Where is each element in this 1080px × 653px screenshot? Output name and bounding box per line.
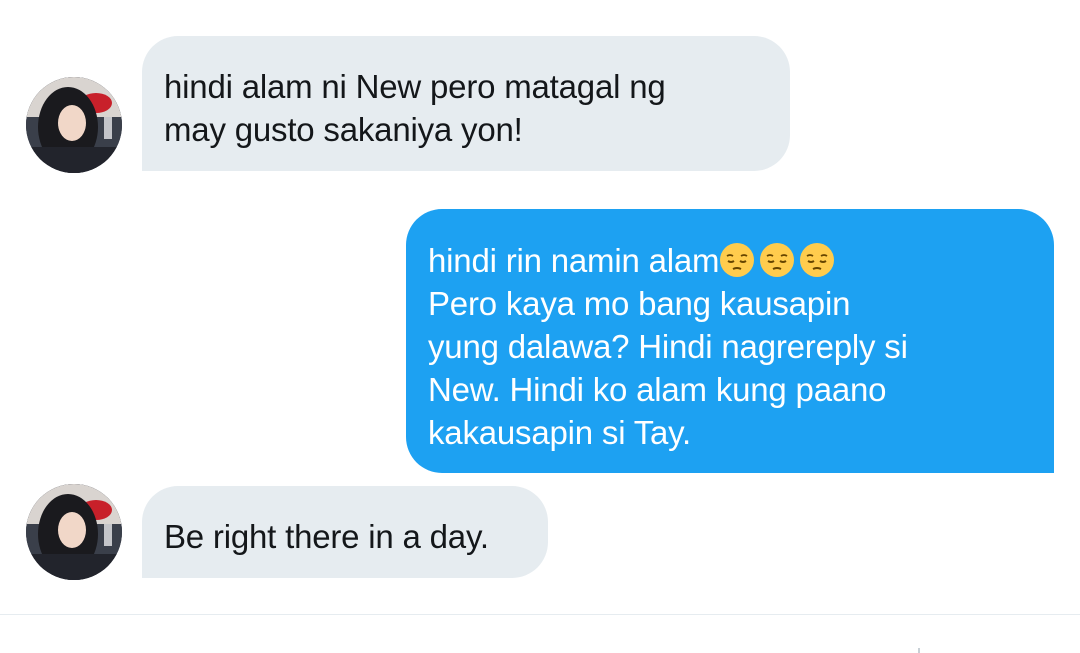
message-text-segment: hindi rin namin alam [428, 242, 720, 279]
message-text-line: hindi alam ni New pero matagal ng [164, 68, 666, 105]
avatar-photo-icon [26, 484, 122, 580]
message-text-line: yung dalawa? Hindi nagrereply si [428, 328, 908, 365]
message-bubble-incoming[interactable]: Be right there in a day. [142, 486, 548, 578]
composer-cursor-mark [918, 648, 920, 653]
message-text-line: Pero kaya mo bang kausapin [428, 285, 851, 322]
message-text-line: New. Hindi ko alam kung paano [428, 371, 887, 408]
sender-avatar[interactable] [26, 77, 122, 173]
avatar-photo-icon [26, 77, 122, 173]
message-text-line: kakausapin si Tay. [428, 414, 691, 451]
dm-conversation-thread: hindi alam ni New pero matagal ng may gu… [0, 0, 1080, 653]
message-bubble-outgoing[interactable]: hindi rin namin alam Pero kaya mo bang k… [406, 209, 1054, 473]
pensive-face-emoji-icon [720, 243, 755, 277]
message-text-line: hindi rin namin alam [428, 239, 1030, 282]
message-text-line: Be right there in a day. [164, 518, 489, 555]
pensive-face-emoji-icon [760, 243, 795, 277]
message-bubble-incoming[interactable]: hindi alam ni New pero matagal ng may gu… [142, 36, 790, 171]
sender-avatar[interactable] [26, 484, 122, 580]
pensive-face-emoji-icon [800, 243, 835, 277]
message-text-line: may gusto sakaniya yon! [164, 111, 523, 148]
